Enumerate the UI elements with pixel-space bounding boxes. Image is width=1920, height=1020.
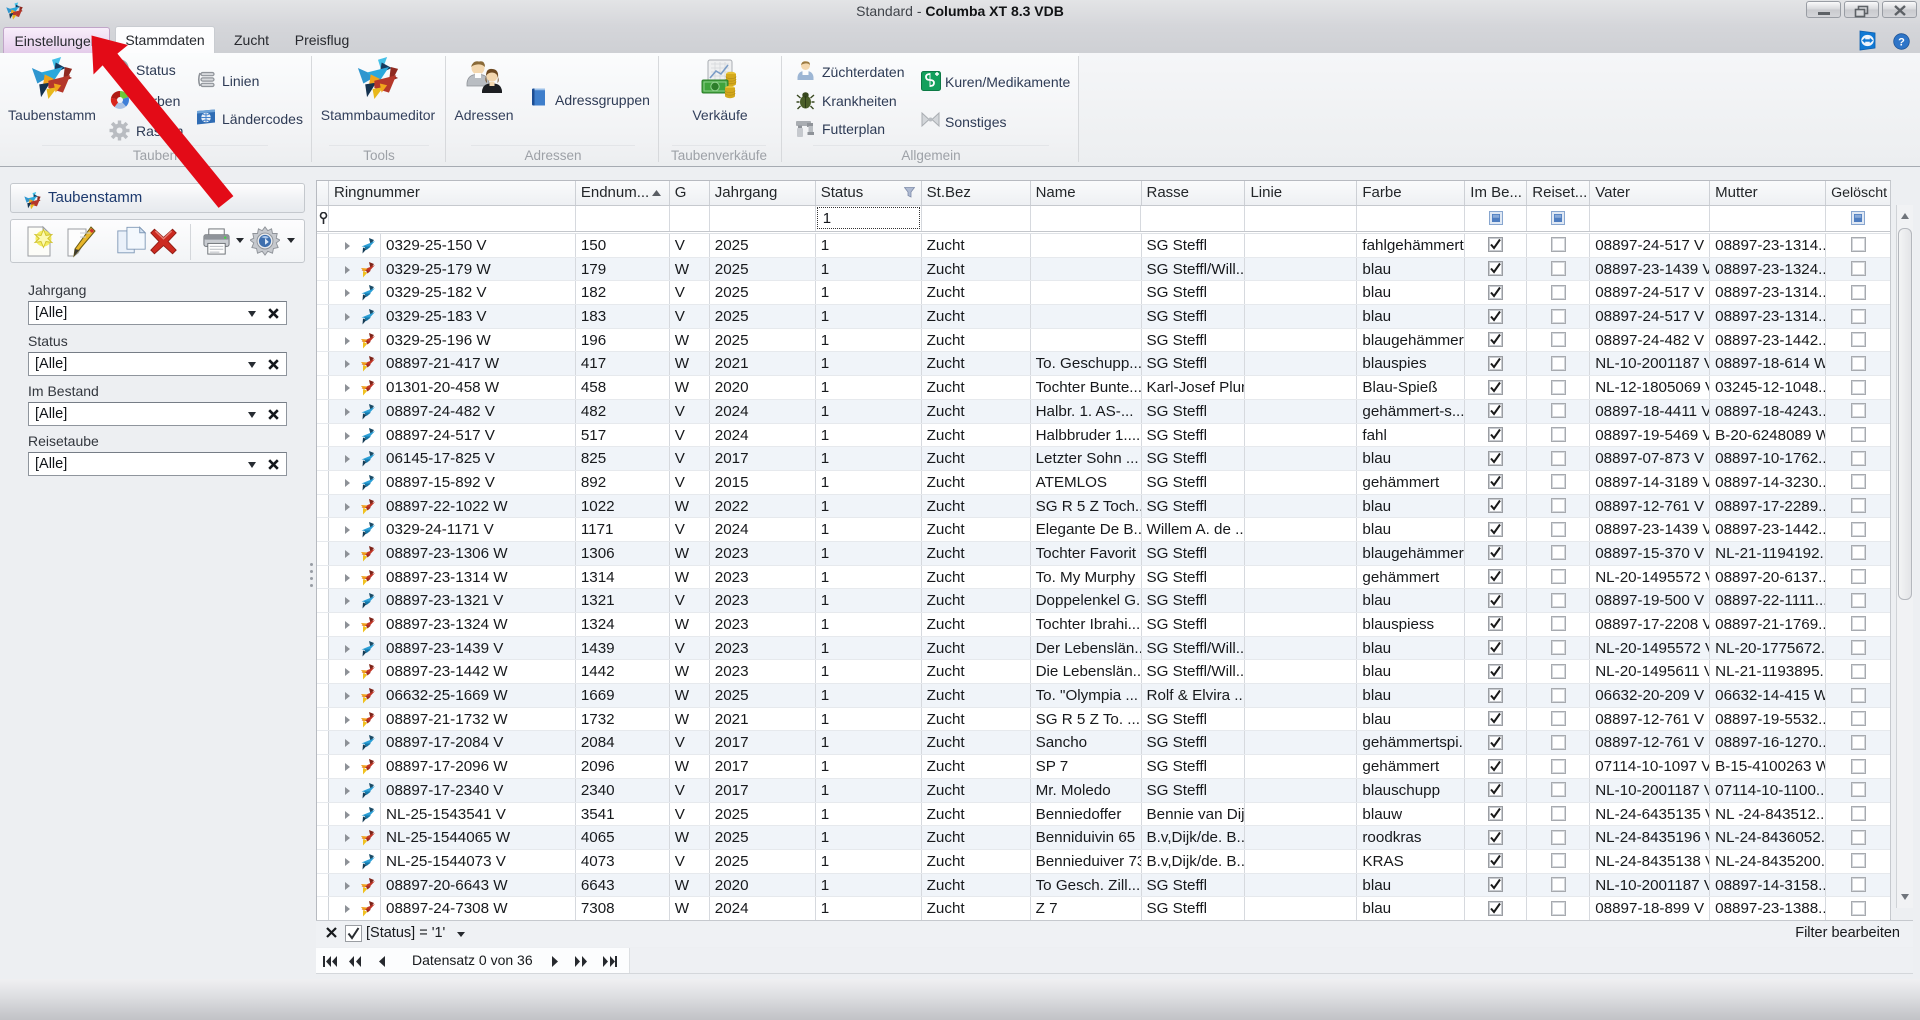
svg-text:?: ? [1898,37,1905,49]
